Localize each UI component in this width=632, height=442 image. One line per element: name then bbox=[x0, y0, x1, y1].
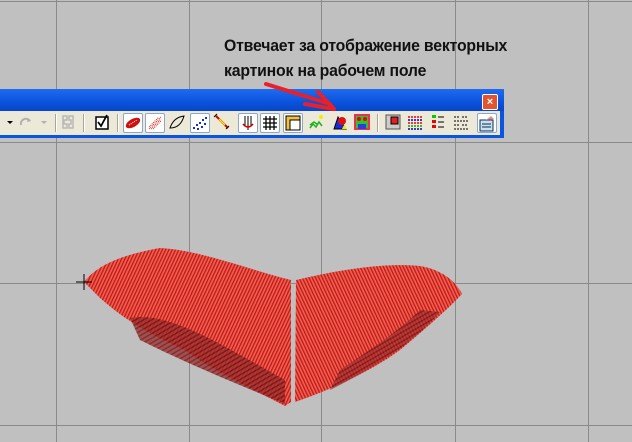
lip-right-lobe bbox=[295, 265, 462, 402]
embroidery-design bbox=[76, 248, 462, 406]
